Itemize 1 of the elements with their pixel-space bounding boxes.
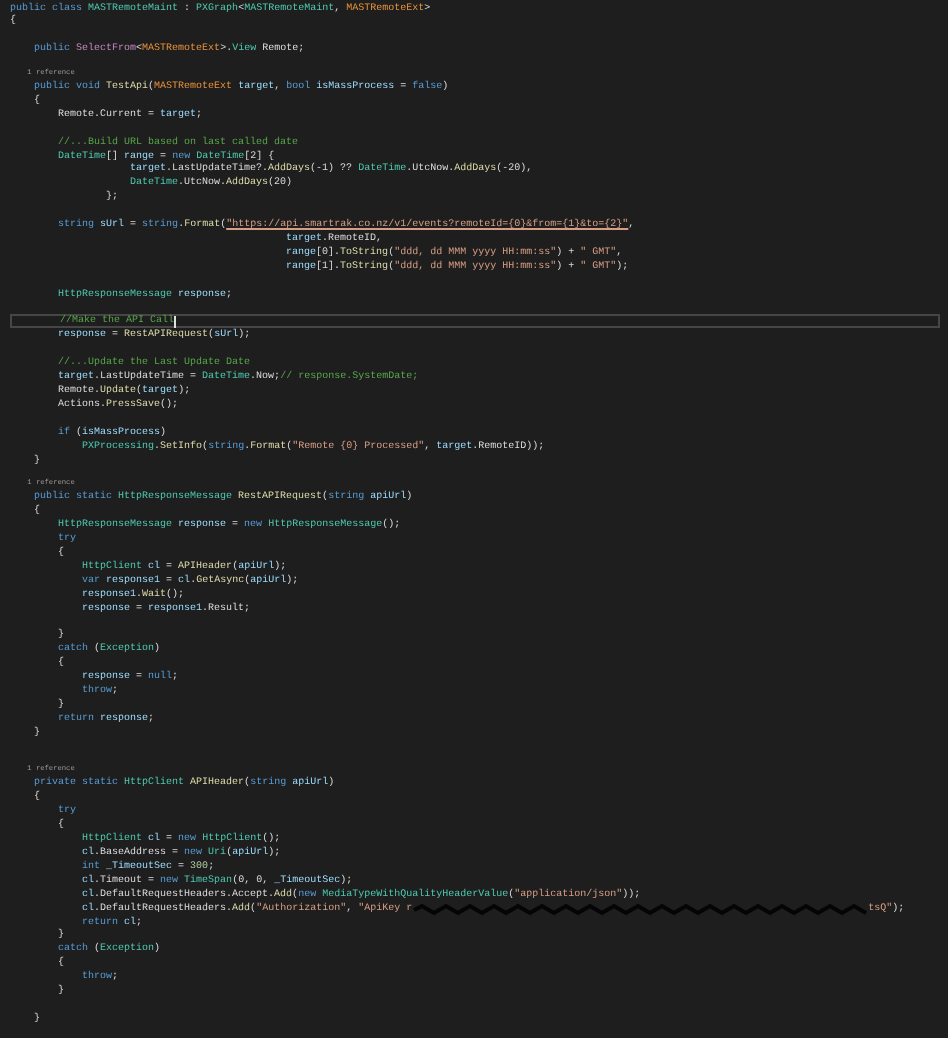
text-cursor (174, 316, 176, 328)
